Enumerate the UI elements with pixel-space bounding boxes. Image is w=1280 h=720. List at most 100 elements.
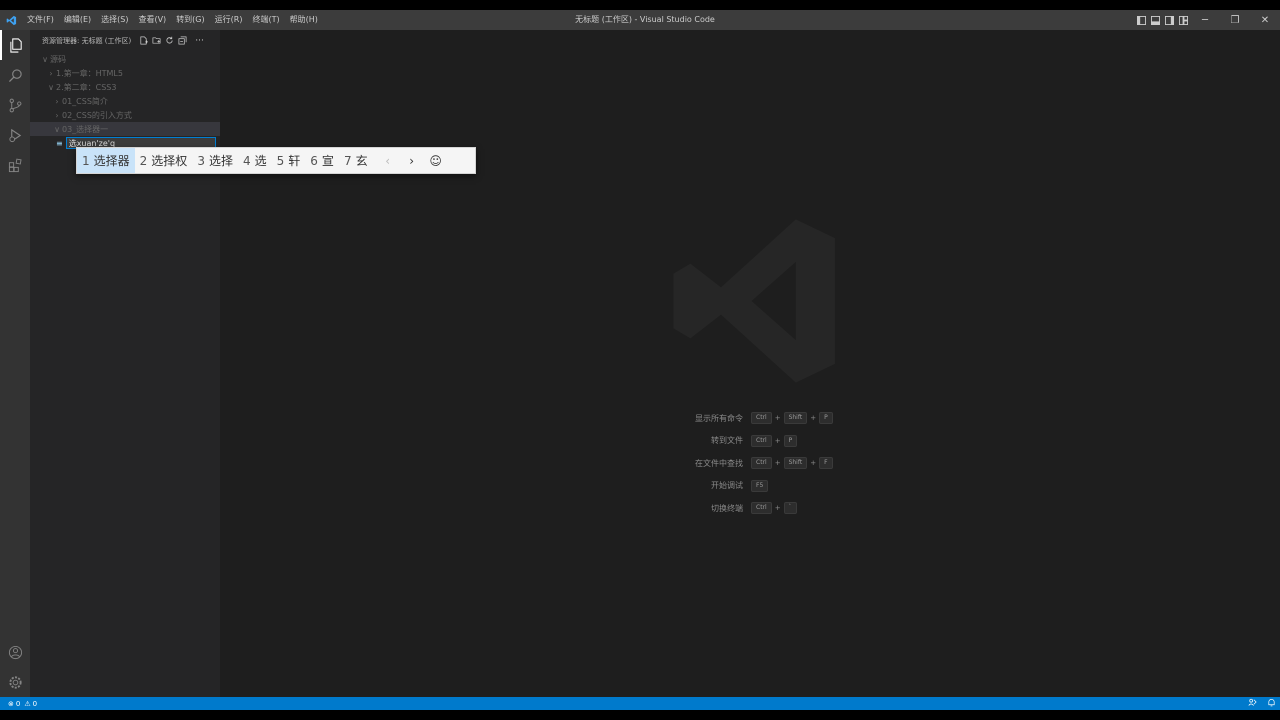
candidate-number: 2 [139, 153, 148, 168]
key-cap: Ctrl [751, 412, 772, 425]
ime-candidate-5[interactable]: 5 轩 [272, 148, 306, 173]
tree-item-label: 2.第二章：CSS3 [56, 82, 117, 92]
shortcut-row: 转到文件 Ctrl + P [600, 430, 920, 453]
key-cap: F [819, 457, 833, 470]
tree-item-label: 01_CSS简介 [62, 96, 108, 106]
new-file-icon[interactable] [139, 36, 149, 47]
key-cap: P [783, 434, 798, 447]
tree-item-css-import[interactable]: › 02_CSS的引入方式 [30, 108, 220, 122]
ime-prev-page-icon[interactable]: ‹ [376, 148, 400, 173]
problems-status[interactable]: ⊗ 0 ⚠ 0 [0, 700, 37, 708]
chevron-down-icon: ∨ [54, 124, 60, 134]
warning-icon: ⚠ [24, 699, 31, 708]
tree-item-label: 02_CSS的引入方式 [62, 110, 132, 120]
ime-candidate-4[interactable]: 4 选 [238, 148, 272, 173]
menu-file[interactable]: 文件(F) [22, 10, 59, 30]
shortcut-label: 转到文件 [711, 436, 743, 446]
tree-item-label: 03_选择器一 [62, 124, 109, 134]
shortcut-row: 在文件中查找 Ctrl + Shift + F [600, 452, 920, 475]
shortcut-row: 开始调试 F5 [600, 475, 920, 498]
error-count: 0 [15, 699, 21, 708]
chevron-right-icon: › [49, 68, 53, 78]
accounts-icon[interactable] [0, 637, 30, 667]
explorer-sidebar: 资源管理器: 无标题 (工作区) ··· ∨ 源码 › 1.第一章：HTML5 [30, 30, 220, 697]
chevron-right-icon: › [55, 96, 59, 106]
explorer-title: 资源管理器: 无标题 (工作区) [42, 37, 132, 45]
ime-emoji-icon[interactable]: ☺ [424, 148, 448, 173]
ime-candidate-window: 1 选择器 2 选择权 3 选择 4 选 5 轩 6 宣 7 玄 ‹ › ☺ [76, 147, 476, 174]
chevron-down-icon: ∨ [48, 82, 54, 92]
notifications-bell-icon[interactable] [1267, 698, 1276, 709]
candidate-text: 轩 [288, 154, 301, 168]
key-cap: Ctrl [751, 434, 772, 447]
source-control-icon[interactable] [0, 90, 30, 120]
tree-item-selectors[interactable]: ∨ 03_选择器一 [30, 122, 220, 136]
key-cap: Shift [783, 457, 808, 470]
restore-button[interactable]: ❐ [1220, 10, 1250, 30]
shortcut-label: 显示所有命令 [695, 413, 743, 423]
tree-item-css-intro[interactable]: › 01_CSS简介 [30, 94, 220, 108]
new-folder-icon[interactable] [152, 36, 161, 47]
tree-item-chapter1[interactable]: › 1.第一章：HTML5 [30, 66, 220, 80]
ime-next-page-icon[interactable]: › [400, 148, 424, 173]
key-cap: P [819, 412, 833, 425]
key-cap: ` [783, 502, 797, 515]
customize-layout-icon[interactable] [1176, 10, 1190, 30]
warning-count: 0 [32, 699, 38, 708]
search-icon[interactable] [0, 60, 30, 90]
candidate-text: 玄 [355, 154, 368, 168]
ime-candidate-3[interactable]: 3 选择 [192, 148, 238, 173]
tree-item-label: 1.第一章：HTML5 [56, 68, 123, 78]
manage-gear-icon[interactable] [0, 667, 30, 697]
extensions-icon[interactable] [0, 150, 30, 180]
shortcut-label: 开始调试 [711, 481, 743, 491]
candidate-number: 6 [310, 153, 318, 168]
candidate-number: 3 [197, 153, 205, 168]
candidate-number: 1 [82, 153, 90, 168]
shortcut-label: 切换终端 [711, 503, 743, 513]
live-share-icon[interactable] [1248, 698, 1257, 709]
shortcut-label: 在文件中查找 [695, 458, 743, 468]
candidate-number: 4 [242, 153, 251, 168]
toggle-primary-sidebar-icon[interactable] [1134, 10, 1148, 30]
menu-go[interactable]: 转到(G) [171, 10, 209, 30]
activity-bar [0, 30, 30, 697]
ime-candidate-2[interactable]: 2 选择权 [135, 148, 193, 173]
collapse-all-icon[interactable] [178, 36, 187, 47]
key-cap: Ctrl [751, 457, 772, 470]
toggle-panel-icon[interactable] [1148, 10, 1162, 30]
close-button[interactable]: ✕ [1250, 10, 1280, 30]
candidate-number: 7 [343, 153, 352, 168]
candidate-text: 选择 [208, 154, 233, 168]
menu-selection[interactable]: 选择(S) [96, 10, 133, 30]
shortcut-row: 切换终端 Ctrl + ` [600, 497, 920, 520]
key-cap: F5 [751, 479, 769, 492]
ime-candidate-6[interactable]: 6 宣 [305, 148, 339, 173]
menu-run[interactable]: 运行(R) [210, 10, 248, 30]
ime-candidate-1[interactable]: 1 选择器 [77, 148, 135, 173]
candidate-text: 选择权 [151, 154, 188, 168]
menu-bar: 文件(F) 编辑(E) 选择(S) 查看(V) 转到(G) 运行(R) 终端(T… [22, 10, 323, 30]
status-bar: ⊗ 0 ⚠ 0 [0, 697, 1280, 710]
menu-help[interactable]: 帮助(H) [285, 10, 323, 30]
menu-edit[interactable]: 编辑(E) [59, 10, 96, 30]
tree-item-root[interactable]: ∨ 源码 [30, 52, 220, 66]
watermark-shortcuts: 显示所有命令 Ctrl + Shift + P 转到文件 Ctrl + P 在文件中查… [600, 407, 920, 520]
menu-view[interactable]: 查看(V) [133, 10, 171, 30]
ime-candidate-7[interactable]: 7 玄 [339, 148, 373, 173]
menu-terminal[interactable]: 终端(T) [247, 10, 284, 30]
chevron-right-icon: › [55, 110, 59, 120]
candidate-text: 选 [254, 154, 267, 168]
refresh-icon[interactable] [165, 36, 174, 47]
run-debug-icon[interactable] [0, 120, 30, 150]
chevron-down-icon: ∨ [42, 54, 48, 64]
explorer-header: 资源管理器: 无标题 (工作区) ··· [30, 30, 220, 52]
file-icon: ≡ [56, 138, 63, 148]
top-black-strip [0, 0, 1280, 10]
toggle-secondary-sidebar-icon[interactable] [1162, 10, 1176, 30]
minimize-button[interactable]: ─ [1190, 10, 1220, 30]
tree-item-chapter2[interactable]: ∨ 2.第二章：CSS3 [30, 80, 220, 94]
explorer-icon[interactable] [0, 30, 30, 60]
more-actions-icon[interactable]: ··· [195, 36, 204, 46]
key-cap: Ctrl [751, 502, 772, 515]
